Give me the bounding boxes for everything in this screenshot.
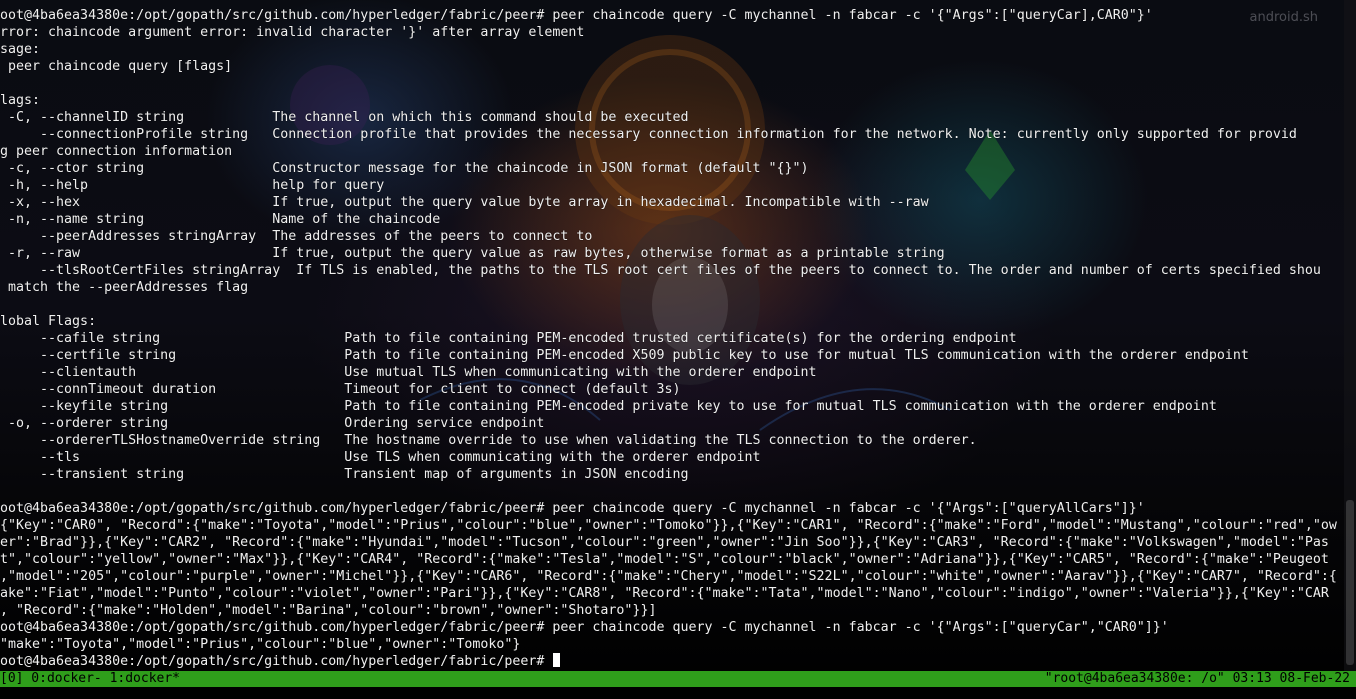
watermark-text: android.sh (1249, 10, 1318, 25)
terminal-line: Global Flags: (0, 314, 97, 329)
terminal-line: -h, --help help for query (0, 178, 385, 193)
terminal-line: [{"Key":"CAR0", "Record":{"make":"Toyota… (0, 518, 1337, 533)
terminal-line: Error: chaincode argument error: invalid… (0, 25, 585, 40)
terminal-line: make":"Fiat","model":"Punto","colour":"v… (0, 586, 1329, 601)
bottom-strip (0, 687, 1356, 699)
terminal-line: -C, --channelID string The channel on wh… (0, 110, 689, 125)
terminal-line: --transient string Transient map of argu… (0, 467, 689, 482)
terminal-line: root@4ba6ea34380e:/opt/gopath/src/github… (0, 620, 1169, 635)
terminal-line: --ordererTLSHostnameOverride string The … (0, 433, 977, 448)
terminal-line: ner":"Brad"}},{"Key":"CAR2", "Record":{"… (0, 535, 1329, 550)
terminal-line: peer chaincode query [flags] (0, 59, 233, 74)
terminal-line: -c, --ctor string Constructor message fo… (0, 161, 809, 176)
terminal-cursor (553, 653, 561, 667)
terminal-window: root@4ba6ea34380e:/opt/gopath/src/github… (0, 0, 1356, 699)
terminal-line: -x, --hex If true, output the query valu… (0, 195, 929, 210)
terminal-line: --keyfile string Path to file containing… (0, 399, 1217, 414)
status-window-list[interactable]: [0] 0:docker- 1:docker* (0, 671, 180, 687)
terminal-line: d match the --peerAddresses flag (0, 280, 249, 295)
terminal-line: --peerAddresses stringArray The addresse… (0, 229, 593, 244)
terminal-line: --connectionProfile string Connection pr… (0, 127, 1297, 142)
terminal-output[interactable]: root@4ba6ea34380e:/opt/gopath/src/github… (0, 7, 1344, 670)
terminal-line: --tls Use TLS when communicating with th… (0, 450, 761, 465)
terminal-line: --cafile string Path to file containing … (0, 331, 1017, 346)
terminal-line: ", "Record":{"make":"Holden","model":"Ba… (0, 603, 657, 618)
terminal-line: ng peer connection information (0, 144, 233, 159)
terminal-line: root@4ba6ea34380e:/opt/gopath/src/github… (0, 8, 1153, 23)
terminal-line: Usage: (0, 42, 41, 57)
terminal-line: {"make":"Toyota","model":"Prius","colour… (0, 637, 521, 652)
scrollbar[interactable] (1344, 0, 1356, 671)
status-session-info: "root@4ba6ea34380e: /o" 03:13 08-Feb-22 (1044, 671, 1350, 686)
tmux-status-bar: [0] 0:docker- 1:docker* "root@4ba6ea3438… (0, 671, 1356, 687)
terminal-line: --certfile string Path to file containin… (0, 348, 1249, 363)
terminal-line: --clientauth Use mutual TLS when communi… (0, 365, 817, 380)
terminal-line: --connTimeout duration Timeout for clien… (0, 382, 681, 397)
scrollbar-thumb[interactable] (1346, 500, 1354, 665)
terminal-line: ","model":"205","colour":"purple","owner… (0, 569, 1337, 584)
terminal-line: root@4ba6ea34380e:/opt/gopath/src/github… (0, 501, 1145, 516)
terminal-line: --tlsRootCertFiles stringArray If TLS is… (0, 263, 1321, 278)
terminal-line: at","colour":"yellow","owner":"Max"}},{"… (0, 552, 1329, 567)
terminal-line: -r, --raw If true, output the query valu… (0, 246, 945, 261)
terminal-line: Flags: (0, 93, 41, 108)
terminal-line: -o, --orderer string Ordering service en… (0, 416, 545, 431)
terminal-line: -n, --name string Name of the chaincode (0, 212, 441, 227)
terminal-line: root@4ba6ea34380e:/opt/gopath/src/github… (0, 653, 1344, 670)
